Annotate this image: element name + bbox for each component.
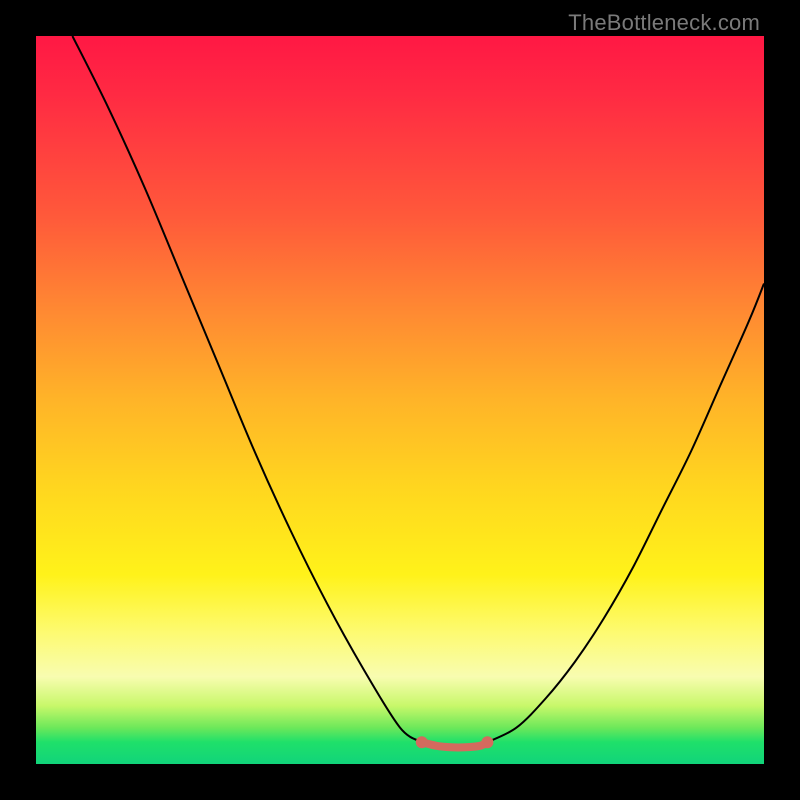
curve-right-branch <box>487 284 764 743</box>
threshold-dot-left <box>416 736 428 748</box>
watermark-text: TheBottleneck.com <box>568 10 760 36</box>
chart-frame: TheBottleneck.com <box>0 0 800 800</box>
threshold-dot-right <box>481 736 493 748</box>
chart-svg <box>36 36 764 764</box>
threshold-marker <box>422 742 488 747</box>
curve-left-branch <box>72 36 421 742</box>
plot-area <box>36 36 764 764</box>
